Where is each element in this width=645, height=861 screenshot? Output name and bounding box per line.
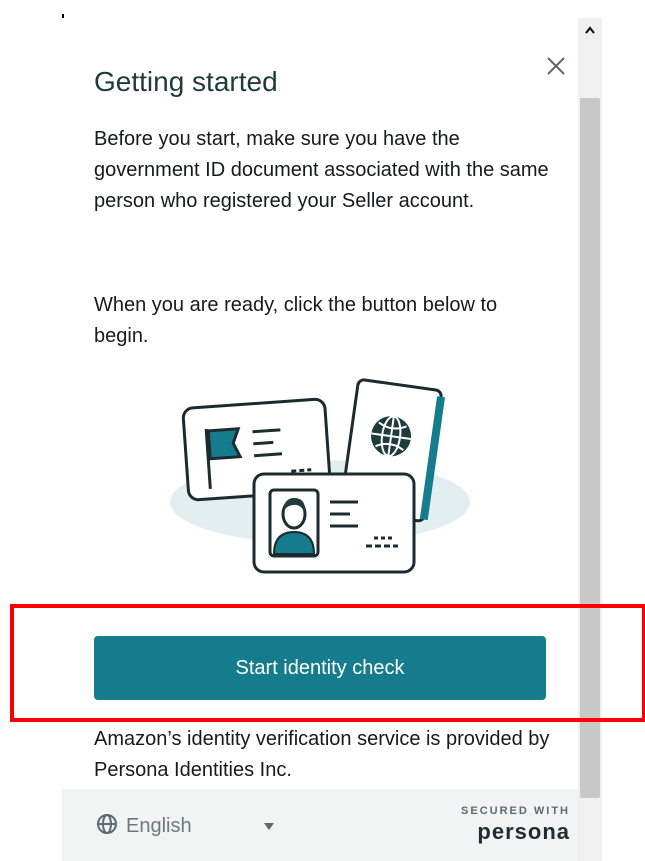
dialog-title: Getting started [94, 66, 278, 97]
scrollbar[interactable] [578, 18, 602, 861]
instructions-paragraph: Before you start, make sure you have the… [94, 128, 549, 212]
persona-logo: persona [477, 819, 570, 844]
ready-paragraph: When you are ready, click the button bel… [94, 294, 498, 347]
id-documents-illustration [170, 374, 470, 589]
language-selector[interactable]: English [96, 813, 192, 840]
secured-with-persona: SECURED WITH persona [461, 805, 570, 845]
secured-label: SECURED WITH [461, 805, 570, 817]
footer-bar: English SECURED WITH persona [62, 789, 578, 861]
globe-icon [96, 813, 118, 840]
chevron-down-icon[interactable] [264, 823, 274, 830]
persona-disclaimer: Amazon’s identity verification service i… [94, 728, 550, 781]
close-icon[interactable] [542, 52, 570, 80]
language-label: English [126, 815, 192, 837]
highlight-box [10, 604, 645, 722]
scroll-up-icon[interactable] [584, 24, 596, 36]
identity-dialog: Getting started Before you start, make s… [62, 18, 578, 861]
